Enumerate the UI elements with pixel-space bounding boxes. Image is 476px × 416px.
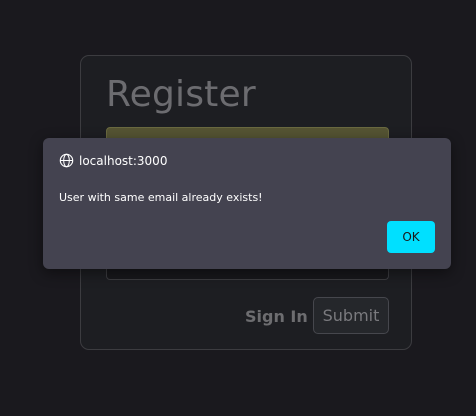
globe-icon (59, 153, 74, 168)
page-title: Register (106, 74, 256, 115)
alert-message: User with same email already exists! (59, 191, 263, 204)
page: Register Sign In Submit localhost:3000 U… (0, 0, 476, 416)
submit-button[interactable]: Submit (313, 297, 389, 334)
alert-origin: localhost:3000 (59, 153, 167, 168)
alert-origin-text: localhost:3000 (79, 153, 168, 168)
ok-button[interactable]: OK (387, 221, 435, 253)
sign-in-link[interactable]: Sign In (245, 307, 308, 326)
alert-dialog: localhost:3000 User with same email alre… (43, 138, 451, 269)
